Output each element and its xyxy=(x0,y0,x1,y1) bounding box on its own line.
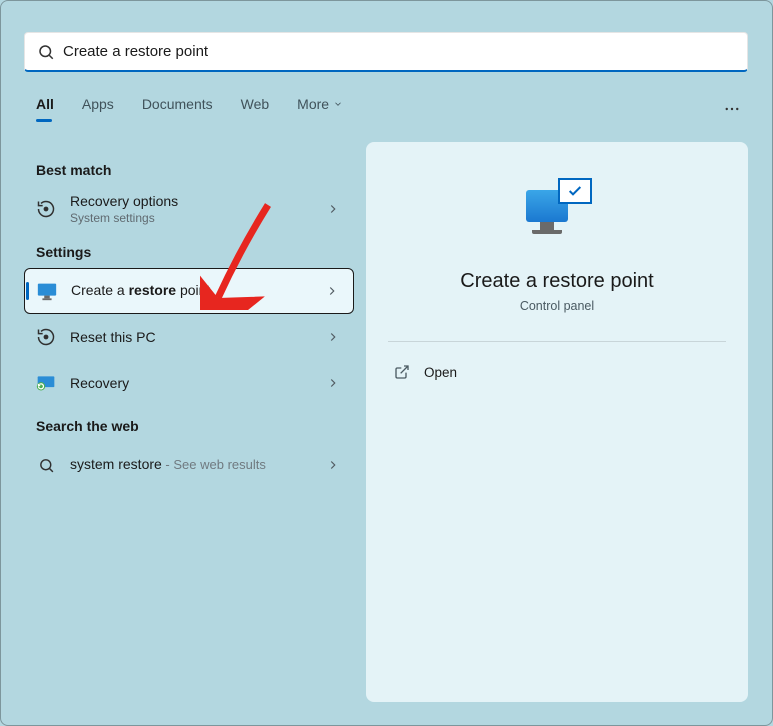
tab-apps[interactable]: Apps xyxy=(82,96,114,120)
chevron-right-icon xyxy=(326,458,340,472)
result-title: Recovery options xyxy=(70,193,326,209)
result-recovery-options[interactable]: Recovery options System settings xyxy=(24,186,354,232)
reset-icon xyxy=(34,325,58,349)
preview-subtitle: Control panel xyxy=(388,299,726,313)
more-options-button[interactable] xyxy=(723,100,741,123)
recovery-icon xyxy=(34,371,58,395)
results-column: Best match Recovery options System setti… xyxy=(24,150,354,488)
result-title: system restore - See web results xyxy=(70,456,266,472)
checkmark-icon xyxy=(558,178,592,204)
web-heading: Search the web xyxy=(36,418,354,434)
recovery-options-icon xyxy=(34,197,58,221)
preview-panel: Create a restore point Control panel Ope… xyxy=(366,142,748,702)
more-horizontal-icon xyxy=(723,100,741,118)
tab-all[interactable]: All xyxy=(36,96,54,120)
result-reset-this-pc[interactable]: Reset this PC xyxy=(24,314,354,360)
result-recovery[interactable]: Recovery xyxy=(24,360,354,406)
result-title: Recovery xyxy=(70,375,326,391)
search-bar[interactable] xyxy=(24,32,748,72)
preview-icon xyxy=(526,180,588,242)
search-icon xyxy=(34,453,58,477)
open-label: Open xyxy=(424,365,457,380)
result-create-restore-point[interactable]: Create a restore point xyxy=(24,268,354,314)
monitor-icon xyxy=(35,279,59,303)
tab-web[interactable]: Web xyxy=(241,96,270,120)
chevron-right-icon xyxy=(326,330,340,344)
divider xyxy=(388,341,726,342)
open-external-icon xyxy=(394,364,410,380)
tab-more[interactable]: More xyxy=(297,96,343,120)
open-button[interactable]: Open xyxy=(388,356,726,388)
result-web-system-restore[interactable]: system restore - See web results xyxy=(24,442,354,488)
chevron-right-icon xyxy=(326,376,340,390)
search-input[interactable] xyxy=(63,43,735,60)
search-icon xyxy=(37,43,55,61)
result-subtitle: System settings xyxy=(70,211,326,225)
chevron-right-icon xyxy=(325,284,339,298)
filter-tabs: All Apps Documents Web More xyxy=(36,96,343,120)
chevron-right-icon xyxy=(326,202,340,216)
best-match-heading: Best match xyxy=(36,162,354,178)
settings-heading: Settings xyxy=(36,244,354,260)
preview-title: Create a restore point xyxy=(388,270,726,293)
tab-documents[interactable]: Documents xyxy=(142,96,213,120)
chevron-down-icon xyxy=(333,99,343,109)
result-title: Create a restore point xyxy=(71,282,210,298)
result-title: Reset this PC xyxy=(70,329,326,345)
